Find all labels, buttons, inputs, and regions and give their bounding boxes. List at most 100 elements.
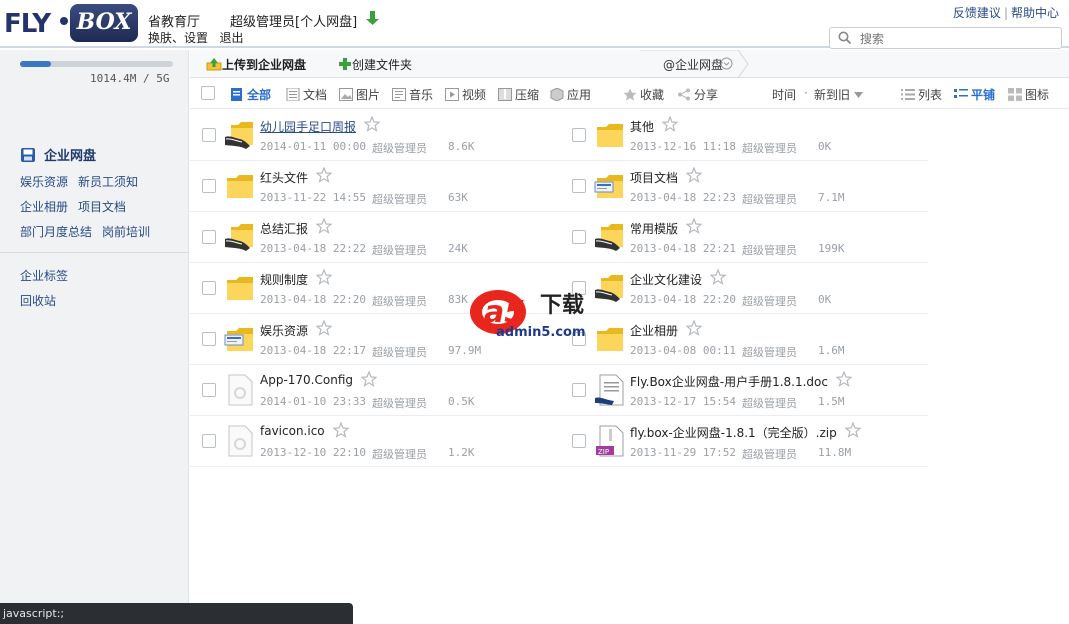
help-center-link[interactable]: 帮助中心 <box>1011 6 1059 20</box>
share-button[interactable]: 分享 <box>677 86 718 103</box>
star-icon[interactable] <box>844 421 862 438</box>
file-name[interactable]: 幼儿园手足口周报 <box>260 118 356 135</box>
filter-all[interactable]: 全部 <box>230 86 271 103</box>
word-doc-icon[interactable] <box>594 374 626 406</box>
file-item[interactable]: 常用模版 2013-04-18 22:21 超级管理员 199K <box>560 212 928 263</box>
file-checkbox[interactable] <box>202 128 216 142</box>
shared-folder-icon[interactable] <box>224 221 256 253</box>
folder-icon[interactable] <box>224 272 256 304</box>
shared-folder-icon[interactable] <box>224 119 256 151</box>
file-checkbox[interactable] <box>202 332 216 346</box>
file-item[interactable]: ZIP fly.box-企业网盘-1.8.1（完全版）.zip 2013-11-29… <box>560 416 928 467</box>
file-item[interactable]: 企业文化建设 2013-04-18 22:20 超级管理员 0K <box>560 263 928 314</box>
file-icon[interactable] <box>224 425 256 457</box>
user-name[interactable]: 超级管理员[个人网盘] <box>230 11 357 30</box>
filter-music[interactable]: 音乐 <box>392 86 433 103</box>
sidebar-item-new-staff[interactable]: 新员工须知 <box>78 170 138 195</box>
skin-link[interactable]: 换肤 <box>148 31 172 45</box>
file-item[interactable]: App-170.Config 2014-01-10 23:33 超级管理员 0.5K <box>190 365 560 416</box>
filter-video[interactable]: 视频 <box>445 86 486 103</box>
switch-arrow-icon[interactable] <box>364 10 381 26</box>
file-name[interactable]: 项目文档 <box>630 169 678 186</box>
file-item[interactable]: 企业相册 2013-04-08 00:11 超级管理员 1.6M <box>560 314 928 365</box>
sidebar-item-recycle-bin[interactable]: 回收站 <box>20 289 68 314</box>
star-icon[interactable] <box>835 370 853 387</box>
file-name[interactable]: 常用模版 <box>630 220 678 237</box>
sidebar-title-enterprise-disk[interactable]: 企业网盘 <box>20 145 96 164</box>
filter-zip[interactable]: 压缩 <box>498 86 539 103</box>
file-checkbox[interactable] <box>202 281 216 295</box>
view-tile-button[interactable]: 平铺 <box>954 86 995 103</box>
zip-file-icon[interactable]: ZIP <box>594 425 626 457</box>
sidebar-item-monthly-summary[interactable]: 部门月度总结 <box>20 220 92 245</box>
search-input[interactable] <box>860 30 1050 48</box>
chevron-down-icon[interactable] <box>720 57 733 70</box>
star-icon[interactable] <box>685 217 703 234</box>
file-name[interactable]: fly.box-企业网盘-1.8.1（完全版）.zip <box>630 424 837 441</box>
view-list-button[interactable]: 列表 <box>901 86 942 103</box>
favorites-button[interactable]: 收藏 <box>623 86 664 103</box>
folder-icon[interactable] <box>224 170 256 202</box>
star-icon[interactable] <box>360 370 378 387</box>
file-checkbox[interactable] <box>572 383 586 397</box>
filter-app[interactable]: 应用 <box>550 86 591 103</box>
star-icon[interactable] <box>709 268 727 285</box>
file-item[interactable]: Fly.Box企业网盘-用户手册1.8.1.doc 2013-12-17 15:5… <box>560 365 928 416</box>
file-checkbox[interactable] <box>202 230 216 244</box>
file-name[interactable]: favicon.ico <box>260 424 325 438</box>
file-checkbox[interactable] <box>572 128 586 142</box>
star-icon[interactable] <box>315 217 333 234</box>
logout-link[interactable]: 退出 <box>220 31 244 45</box>
star-icon[interactable] <box>363 115 381 132</box>
star-icon[interactable] <box>315 268 333 285</box>
star-icon[interactable] <box>315 319 333 336</box>
settings-link[interactable]: 设置 <box>184 31 208 45</box>
sort-order-dropdown[interactable]: 新到旧 <box>814 86 863 103</box>
select-all-checkbox[interactable] <box>201 86 215 100</box>
file-checkbox[interactable] <box>202 434 216 448</box>
star-icon[interactable] <box>315 166 333 183</box>
sidebar-item-project-docs[interactable]: 项目文档 <box>78 195 126 220</box>
filter-image[interactable]: 图片 <box>339 86 380 103</box>
file-name[interactable]: 规则制度 <box>260 271 308 288</box>
file-name[interactable]: Fly.Box企业网盘-用户手册1.8.1.doc <box>630 373 828 390</box>
file-icon[interactable] <box>224 374 256 406</box>
star-icon[interactable] <box>685 319 703 336</box>
shared-folder-icon[interactable] <box>594 221 626 253</box>
star-icon[interactable] <box>332 421 350 438</box>
filter-doc[interactable]: 文档 <box>286 86 327 103</box>
search-icon[interactable] <box>838 31 852 45</box>
new-folder-button[interactable]: 创建文件夹 <box>338 56 412 73</box>
file-checkbox[interactable] <box>572 179 586 193</box>
star-icon[interactable] <box>661 115 679 132</box>
sidebar-item-tags[interactable]: 企业标签 <box>20 264 68 289</box>
folder-icon[interactable] <box>594 119 626 151</box>
file-item[interactable]: 红头文件 2013-11-22 14:55 超级管理员 63K <box>190 161 560 212</box>
breadcrumb-current[interactable]: @企业网盘 <box>663 56 723 73</box>
file-checkbox[interactable] <box>202 179 216 193</box>
file-item[interactable]: 项目文档 2013-04-18 22:23 超级管理员 7.1M <box>560 161 928 212</box>
file-item[interactable]: 幼儿园手足口周报 2014-01-11 00:00 超级管理员 8.6K <box>190 110 560 161</box>
file-item[interactable]: 总结汇报 2013-04-18 22:22 超级管理员 24K <box>190 212 560 263</box>
file-name[interactable]: 企业相册 <box>630 322 678 339</box>
feedback-link[interactable]: 反馈建议 <box>953 6 1001 20</box>
upload-button[interactable]: 上传到企业网盘 <box>206 56 306 73</box>
file-name[interactable]: 总结汇报 <box>260 220 308 237</box>
file-checkbox[interactable] <box>572 434 586 448</box>
star-icon[interactable] <box>685 166 703 183</box>
file-name[interactable]: App-170.Config <box>260 373 353 387</box>
file-checkbox[interactable] <box>572 230 586 244</box>
sidebar-item-album[interactable]: 企业相册 <box>20 195 68 220</box>
file-item[interactable]: favicon.ico 2013-12-10 22:10 超级管理员 1.2K <box>190 416 560 467</box>
file-name[interactable]: 娱乐资源 <box>260 322 308 339</box>
sort-time-button[interactable]: 时间 <box>772 86 796 103</box>
file-name[interactable]: 企业文化建设 <box>630 271 702 288</box>
doc-folder-icon[interactable] <box>594 170 626 202</box>
sidebar-item-entertainment[interactable]: 娱乐资源 <box>20 170 68 195</box>
file-name[interactable]: 其他 <box>630 118 654 135</box>
file-item[interactable]: 其他 2013-12-16 11:18 超级管理员 0K <box>560 110 928 161</box>
view-icon-button[interactable]: 图标 <box>1008 86 1049 103</box>
doc-folder-icon[interactable] <box>224 323 256 355</box>
file-checkbox[interactable] <box>202 383 216 397</box>
sidebar-item-training[interactable]: 岗前培训 <box>102 220 150 245</box>
